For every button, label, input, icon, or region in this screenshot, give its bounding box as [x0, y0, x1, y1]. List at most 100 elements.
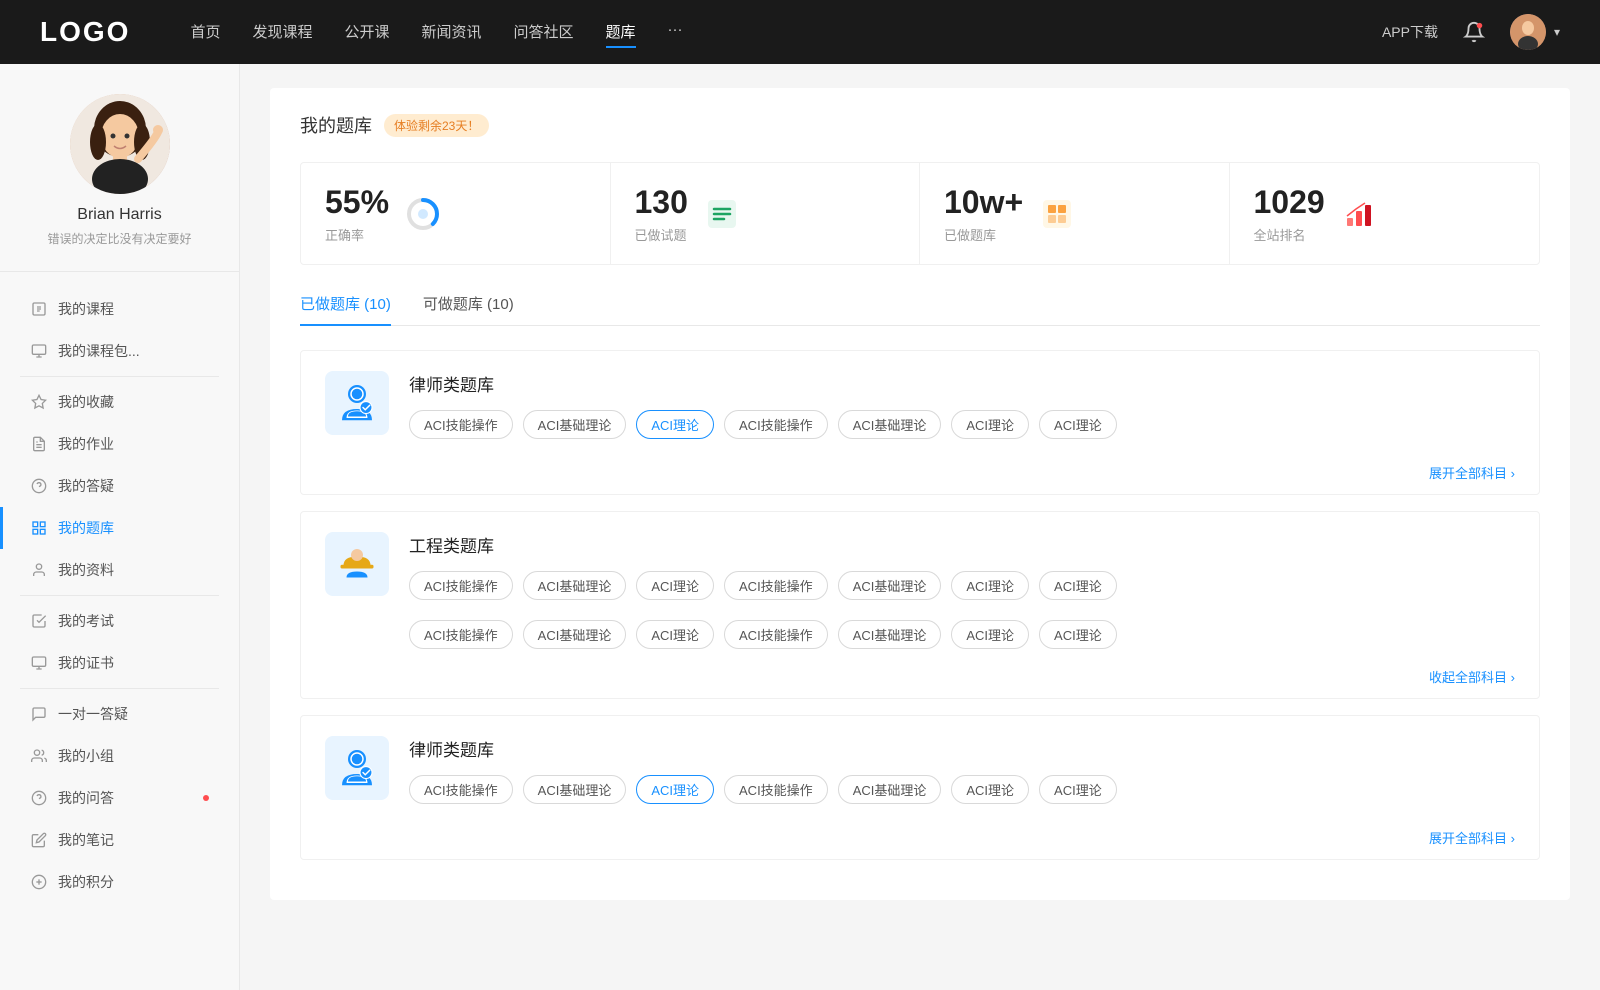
- tag-item[interactable]: ACI基础理论: [523, 571, 627, 600]
- cert-icon: [30, 654, 48, 672]
- profile-section: Brian Harris 错误的决定比没有决定要好: [0, 94, 239, 272]
- tag-item[interactable]: ACI技能操作: [724, 571, 828, 600]
- notification-dot: [203, 795, 209, 801]
- tag-item[interactable]: ACI技能操作: [409, 410, 513, 439]
- qbank-law-content: 律师类题库 ACI技能操作 ACI基础理论 ACI理论 ACI技能操作 ACI基…: [409, 371, 1515, 439]
- tag-item[interactable]: ACI基础理论: [838, 620, 942, 649]
- qbank-card-law2-header: 律师类题库 ACI技能操作 ACI基础理论 ACI理论 ACI技能操作 ACI基…: [301, 716, 1539, 824]
- sidebar-item-one-on-one[interactable]: 一对一答疑: [0, 693, 239, 735]
- user-avatar-wrap[interactable]: ▾: [1510, 14, 1560, 50]
- tag-item[interactable]: ACI技能操作: [409, 571, 513, 600]
- tag-item[interactable]: ACI理论: [1039, 620, 1117, 649]
- content-inner: 我的题库 体验剩余23天！ 55% 正确率: [270, 88, 1570, 900]
- stat-done-questions-label: 已做试题: [635, 225, 688, 244]
- tag-item[interactable]: ACI基础理论: [838, 775, 942, 804]
- points-icon: [30, 873, 48, 891]
- sidebar-item-my-favorites[interactable]: 我的收藏: [0, 381, 239, 423]
- bar-chart-icon: [1341, 196, 1377, 232]
- expand-link-2[interactable]: 展开全部科目 ›: [1429, 828, 1515, 847]
- sidebar-item-my-homework[interactable]: 我的作业: [0, 423, 239, 465]
- accuracy-icon: [405, 196, 441, 232]
- sidebar-item-my-answers[interactable]: 我的问答: [0, 777, 239, 819]
- nav-discover[interactable]: 发现课程: [252, 17, 312, 48]
- tag-item[interactable]: ACI理论: [1039, 571, 1117, 600]
- collapse-link[interactable]: 收起全部科目 ›: [1429, 667, 1515, 686]
- nav-more[interactable]: ···: [668, 17, 683, 48]
- tag-item[interactable]: ACI理论: [951, 571, 1029, 600]
- notes-icon: [30, 831, 48, 849]
- tag-item[interactable]: ACI技能操作: [409, 775, 513, 804]
- hardhat-icon: [333, 540, 381, 588]
- expand-link[interactable]: 展开全部科目 ›: [1429, 463, 1515, 482]
- star-icon: [30, 393, 48, 411]
- stat-accuracy-text: 55% 正确率: [325, 183, 389, 244]
- tag-item[interactable]: ACI基础理论: [523, 620, 627, 649]
- sidebar-menu: 我的课程 我的课程包... 我的收藏 我的作业: [0, 272, 239, 919]
- qbank-law2-content: 律师类题库 ACI技能操作 ACI基础理论 ACI理论 ACI技能操作 ACI基…: [409, 736, 1515, 804]
- sidebar-item-my-notes[interactable]: 我的笔记: [0, 819, 239, 861]
- sidebar-item-my-course[interactable]: 我的课程: [0, 288, 239, 330]
- nav-qa[interactable]: 问答社区: [514, 17, 574, 48]
- tab-available-banks[interactable]: 可做题库 (10): [423, 293, 514, 326]
- stat-accuracy: 55% 正确率: [301, 163, 611, 264]
- sidebar: Brian Harris 错误的决定比没有决定要好 我的课程 我的课程包...: [0, 64, 240, 990]
- tag-item[interactable]: ACI理论: [951, 620, 1029, 649]
- sidebar-item-my-cert[interactable]: 我的证书: [0, 642, 239, 684]
- stats-row: 55% 正确率 130 已做试题: [300, 162, 1540, 265]
- qbank-law-icon-wrap: [325, 371, 389, 435]
- app-download-link[interactable]: APP下载: [1382, 22, 1438, 42]
- navbar-right: APP下载 ▾: [1382, 14, 1560, 50]
- tag-item[interactable]: ACI理论: [636, 620, 714, 649]
- course-pkg-icon: [30, 342, 48, 360]
- nav-home[interactable]: 首页: [190, 17, 220, 48]
- tag-item-active[interactable]: ACI理论: [636, 775, 714, 804]
- tag-item[interactable]: ACI理论: [951, 775, 1029, 804]
- tag-item[interactable]: ACI理论: [1039, 410, 1117, 439]
- tab-done-banks[interactable]: 已做题库 (10): [300, 293, 391, 326]
- nav-open-course[interactable]: 公开课: [344, 17, 389, 48]
- qbank-law-tags: ACI技能操作 ACI基础理论 ACI理论 ACI技能操作 ACI基础理论 AC…: [409, 410, 1515, 439]
- tag-item[interactable]: ACI基础理论: [838, 571, 942, 600]
- sidebar-item-my-group[interactable]: 我的小组: [0, 735, 239, 777]
- sidebar-item-my-course-pkg[interactable]: 我的课程包...: [0, 330, 239, 372]
- qbank-card-engineering-header: 工程类题库 ACI技能操作 ACI基础理论 ACI理论 ACI技能操作 ACI基…: [301, 512, 1539, 620]
- one-on-one-icon: [30, 705, 48, 723]
- tag-item-active[interactable]: ACI理论: [636, 410, 714, 439]
- sidebar-item-my-points[interactable]: 我的积分: [0, 861, 239, 903]
- tag-item[interactable]: ACI技能操作: [409, 620, 513, 649]
- sidebar-item-my-exam[interactable]: 我的考试: [0, 600, 239, 642]
- trial-badge: 体验剩余23天！: [384, 114, 489, 137]
- qbank-engineering-content: 工程类题库 ACI技能操作 ACI基础理论 ACI理论 ACI技能操作 ACI基…: [409, 532, 1515, 600]
- sidebar-item-my-questions[interactable]: 我的答疑: [0, 465, 239, 507]
- qbank-card-law: 律师类题库 ACI技能操作 ACI基础理论 ACI理论 ACI技能操作 ACI基…: [300, 350, 1540, 495]
- tag-item[interactable]: ACI基础理论: [523, 410, 627, 439]
- qbank-card-law-header: 律师类题库 ACI技能操作 ACI基础理论 ACI理论 ACI技能操作 ACI基…: [301, 351, 1539, 459]
- notification-bell[interactable]: [1458, 16, 1490, 48]
- stat-done-banks-label: 已做题库: [944, 225, 1023, 244]
- tag-item[interactable]: ACI理论: [1039, 775, 1117, 804]
- tag-item[interactable]: ACI理论: [951, 410, 1029, 439]
- nav-news[interactable]: 新闻资讯: [422, 17, 482, 48]
- avatar: [1510, 14, 1546, 50]
- sidebar-item-my-qbank[interactable]: 我的题库: [0, 507, 239, 549]
- answers-icon: [30, 789, 48, 807]
- qbank-card-law2: 律师类题库 ACI技能操作 ACI基础理论 ACI理论 ACI技能操作 ACI基…: [300, 715, 1540, 860]
- tag-item[interactable]: ACI技能操作: [724, 775, 828, 804]
- tag-item[interactable]: ACI基础理论: [838, 410, 942, 439]
- tag-item[interactable]: ACI基础理论: [523, 775, 627, 804]
- sidebar-item-my-profile[interactable]: 我的资料: [0, 549, 239, 591]
- page-header: 我的题库 体验剩余23天！: [300, 112, 1540, 138]
- tag-item[interactable]: ACI技能操作: [724, 620, 828, 649]
- nav-qbank[interactable]: 题库: [606, 17, 636, 48]
- profile-icon: [30, 561, 48, 579]
- stat-done-questions-value: 130: [635, 183, 688, 221]
- tabs-row: 已做题库 (10) 可做题库 (10): [300, 293, 1540, 326]
- stat-done-banks: 10w+ 已做题库: [920, 163, 1230, 264]
- stat-accuracy-label: 正确率: [325, 225, 389, 244]
- nav-links: 首页 发现课程 公开课 新闻资讯 问答社区 题库 ···: [190, 17, 1382, 48]
- logo[interactable]: LOGO: [40, 16, 130, 48]
- lawyer2-icon: [333, 744, 381, 792]
- stat-done-questions: 130 已做试题: [611, 163, 921, 264]
- tag-item[interactable]: ACI理论: [636, 571, 714, 600]
- tag-item[interactable]: ACI技能操作: [724, 410, 828, 439]
